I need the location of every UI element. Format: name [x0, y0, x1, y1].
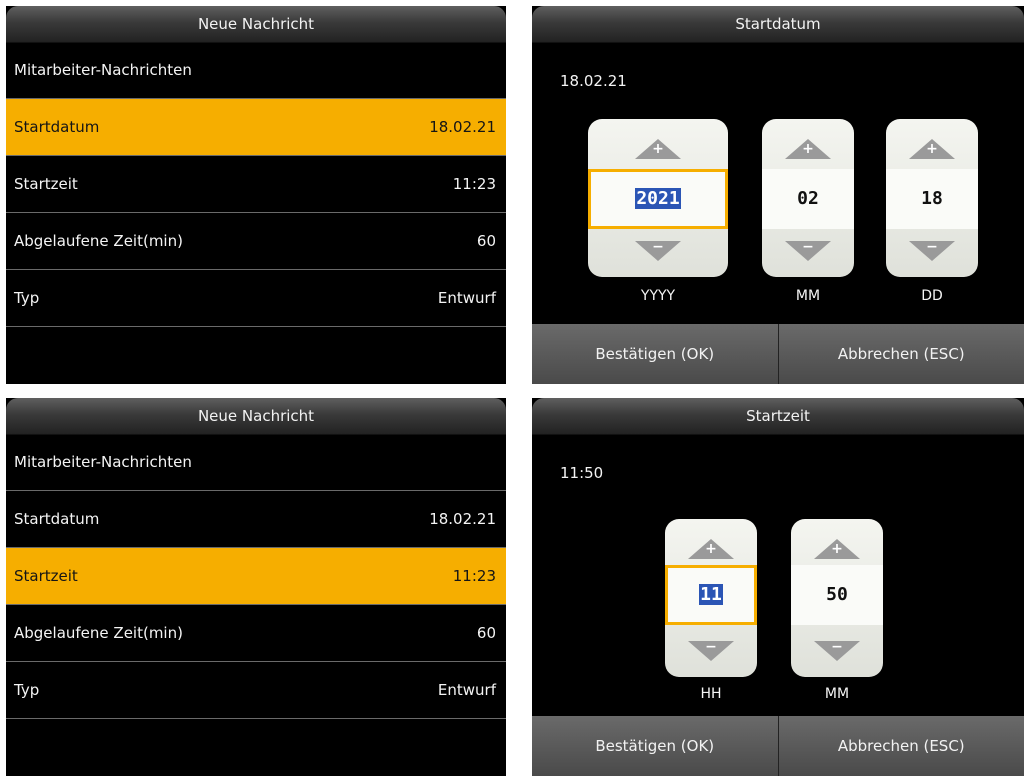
- menu-item-value: 11:23: [452, 567, 496, 585]
- start-date-dialog: Startdatum 18.02.21 + 2021 − YYYY + 02 −…: [532, 6, 1024, 384]
- dialog-title: Startdatum: [532, 6, 1024, 43]
- menu-item-typ[interactable]: Typ Entwurf: [6, 662, 506, 719]
- menu-item-label: Typ: [14, 681, 40, 699]
- start-time-dialog: Startzeit 11:50 + 11 − HH + 50 − MM Best…: [532, 398, 1024, 776]
- new-message-screen-date-selected: Neue Nachricht Mitarbeiter-Nachrichten S…: [6, 6, 506, 384]
- month-spinner: + 02 −: [762, 119, 854, 277]
- dialog-button-bar: Bestätigen (OK) Abbrechen (ESC): [532, 716, 1024, 776]
- confirm-button[interactable]: Bestätigen (OK): [532, 716, 778, 776]
- list-header-label: Mitarbeiter-Nachrichten: [14, 453, 192, 471]
- message-settings-list: Mitarbeiter-Nachrichten Startdatum 18.02…: [6, 434, 506, 719]
- confirm-button[interactable]: Bestätigen (OK): [532, 324, 778, 384]
- menu-item-value: 18.02.21: [429, 510, 496, 528]
- minute-value-field[interactable]: 50: [791, 565, 883, 625]
- day-unit-label: DD: [921, 288, 943, 304]
- menu-item-label: Typ: [14, 289, 40, 307]
- month-value: 02: [797, 188, 819, 209]
- minus-icon: −: [802, 239, 814, 255]
- minute-spinner: + 50 −: [791, 519, 883, 677]
- month-unit-label: MM: [795, 288, 821, 304]
- menu-item-value: 60: [476, 232, 496, 250]
- menu-item-abgelaufene-zeit[interactable]: Abgelaufene Zeit(min) 60: [6, 213, 506, 270]
- list-header-row: Mitarbeiter-Nachrichten: [6, 42, 506, 99]
- minus-icon: −: [705, 639, 717, 655]
- day-value: 18: [921, 188, 943, 209]
- menu-item-abgelaufene-zeit[interactable]: Abgelaufene Zeit(min) 60: [6, 605, 506, 662]
- message-settings-list: Mitarbeiter-Nachrichten Startdatum 18.02…: [6, 42, 506, 327]
- menu-item-label: Abgelaufene Zeit(min): [14, 232, 183, 250]
- hour-value: 11: [699, 584, 723, 605]
- plus-icon: +: [705, 541, 717, 557]
- hour-spinner: + 11 −: [665, 519, 757, 677]
- menu-item-value: Entwurf: [437, 681, 496, 699]
- year-value-field[interactable]: 2021: [588, 169, 728, 229]
- list-header-label: Mitarbeiter-Nachrichten: [14, 61, 192, 79]
- list-header-row: Mitarbeiter-Nachrichten: [6, 434, 506, 491]
- menu-item-startdatum[interactable]: Startdatum 18.02.21: [6, 99, 506, 156]
- menu-item-value: 11:23: [452, 175, 496, 193]
- minus-icon: −: [926, 239, 938, 255]
- plus-icon: +: [802, 141, 814, 157]
- day-value-field[interactable]: 18: [886, 169, 978, 229]
- year-spinner: + 2021 −: [588, 119, 728, 277]
- menu-item-value: Entwurf: [437, 289, 496, 307]
- menu-item-label: Startdatum: [14, 510, 100, 528]
- cancel-button[interactable]: Abbrechen (ESC): [777, 716, 1024, 776]
- menu-item-startzeit[interactable]: Startzeit 11:23: [6, 548, 506, 605]
- year-unit-label: YYYY: [640, 288, 676, 304]
- year-value: 2021: [635, 188, 681, 209]
- plus-icon: +: [652, 141, 664, 157]
- dialog-button-bar: Bestätigen (OK) Abbrechen (ESC): [532, 324, 1024, 384]
- menu-item-startdatum[interactable]: Startdatum 18.02.21: [6, 491, 506, 548]
- screen-title: Neue Nachricht: [6, 6, 506, 43]
- day-spinner: + 18 −: [886, 119, 978, 277]
- menu-item-startzeit[interactable]: Startzeit 11:23: [6, 156, 506, 213]
- menu-item-label: Startdatum: [14, 118, 100, 136]
- menu-item-label: Startzeit: [14, 567, 78, 585]
- minute-unit-label: MM: [824, 686, 850, 702]
- menu-item-value: 18.02.21: [429, 118, 496, 136]
- minus-icon: −: [652, 239, 664, 255]
- menu-item-typ[interactable]: Typ Entwurf: [6, 270, 506, 327]
- minus-icon: −: [831, 639, 843, 655]
- hour-unit-label: HH: [700, 686, 722, 702]
- time-preview: 11:50: [560, 464, 604, 482]
- plus-icon: +: [926, 141, 938, 157]
- month-value-field[interactable]: 02: [762, 169, 854, 229]
- new-message-screen-time-selected: Neue Nachricht Mitarbeiter-Nachrichten S…: [6, 398, 506, 776]
- date-preview: 18.02.21: [560, 72, 627, 90]
- cancel-button[interactable]: Abbrechen (ESC): [777, 324, 1024, 384]
- menu-item-label: Abgelaufene Zeit(min): [14, 624, 183, 642]
- menu-item-label: Startzeit: [14, 175, 78, 193]
- dialog-title: Startzeit: [532, 398, 1024, 435]
- minute-value: 50: [826, 584, 848, 605]
- hour-value-field[interactable]: 11: [665, 565, 757, 625]
- screen-title: Neue Nachricht: [6, 398, 506, 435]
- menu-item-value: 60: [476, 624, 496, 642]
- plus-icon: +: [831, 541, 843, 557]
